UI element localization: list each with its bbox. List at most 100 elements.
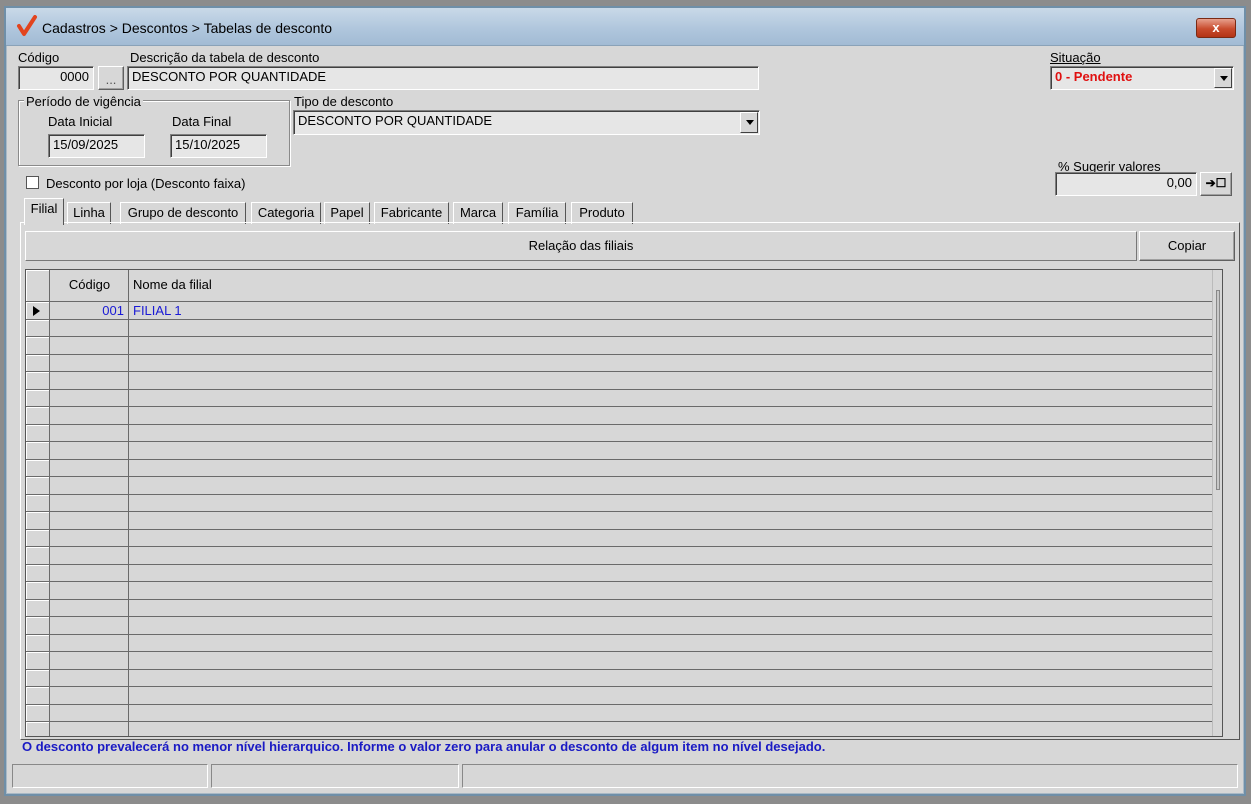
- row-indicator[interactable]: [26, 459, 50, 476]
- cell-code[interactable]: [51, 687, 129, 704]
- data-final-field[interactable]: 15/10/2025: [170, 134, 267, 158]
- row-indicator[interactable]: [26, 652, 50, 669]
- cell-name[interactable]: [130, 390, 1214, 407]
- copy-button[interactable]: Copiar: [1139, 231, 1235, 261]
- row-indicator[interactable]: [26, 354, 50, 371]
- cell-name[interactable]: [130, 705, 1214, 722]
- cell-code[interactable]: [51, 477, 129, 494]
- row-indicator[interactable]: [26, 494, 50, 511]
- cell-name[interactable]: [130, 495, 1214, 512]
- cell-code[interactable]: [51, 407, 129, 424]
- tab-marca[interactable]: Marca: [453, 202, 503, 224]
- cell-name[interactable]: FILIAL 1: [130, 302, 1214, 319]
- codigo-field[interactable]: 0000: [18, 66, 94, 90]
- cell-name[interactable]: [130, 687, 1214, 704]
- chevron-down-icon[interactable]: [740, 112, 758, 133]
- tipo-select[interactable]: DESCONTO POR QUANTIDADE: [293, 110, 760, 135]
- cell-code[interactable]: [51, 634, 129, 651]
- cell-name[interactable]: [130, 635, 1214, 652]
- codigo-lookup-button[interactable]: ...: [98, 66, 124, 90]
- cell-name[interactable]: [130, 442, 1214, 459]
- tab-familia[interactable]: Família: [508, 202, 566, 224]
- tab-produto[interactable]: Produto: [571, 202, 633, 224]
- table-row[interactable]: [26, 599, 1214, 617]
- row-indicator[interactable]: [26, 669, 50, 686]
- row-indicator[interactable]: [26, 424, 50, 441]
- cell-name[interactable]: [130, 617, 1214, 634]
- cell-code[interactable]: [51, 722, 129, 736]
- table-row[interactable]: [26, 512, 1214, 530]
- row-indicator[interactable]: [26, 407, 50, 424]
- cell-code[interactable]: [51, 704, 129, 721]
- table-row[interactable]: [26, 582, 1214, 600]
- table-row[interactable]: [26, 634, 1214, 652]
- cell-name[interactable]: [130, 407, 1214, 424]
- cell-code[interactable]: [51, 529, 129, 546]
- table-row[interactable]: [26, 652, 1214, 670]
- apply-suggestion-button[interactable]: ➔☐: [1200, 172, 1232, 196]
- sugerir-field[interactable]: 0,00: [1055, 172, 1197, 196]
- cell-name[interactable]: [130, 460, 1214, 477]
- table-row[interactable]: 001 FILIAL 1: [26, 302, 1214, 320]
- row-indicator[interactable]: [26, 599, 50, 616]
- desconto-loja-checkbox[interactable]: [26, 176, 39, 189]
- cell-code[interactable]: [51, 512, 129, 529]
- tab-grupo-de-desconto[interactable]: Grupo de desconto: [120, 202, 246, 224]
- cell-code[interactable]: [51, 494, 129, 511]
- row-indicator[interactable]: [26, 547, 50, 564]
- cell-name[interactable]: [130, 565, 1214, 582]
- cell-name[interactable]: [130, 425, 1214, 442]
- table-row[interactable]: [26, 424, 1214, 442]
- cell-code[interactable]: [51, 337, 129, 354]
- row-indicator[interactable]: [26, 389, 50, 406]
- row-indicator[interactable]: [26, 302, 50, 319]
- cell-code[interactable]: [51, 669, 129, 686]
- row-indicator[interactable]: [26, 319, 50, 336]
- row-indicator[interactable]: [26, 529, 50, 546]
- row-indicator[interactable]: [26, 722, 50, 736]
- cell-name[interactable]: [130, 320, 1214, 337]
- situacao-select[interactable]: 0 - Pendente: [1050, 66, 1234, 90]
- cell-code[interactable]: 001: [51, 302, 129, 319]
- tab-fabricante[interactable]: Fabricante: [374, 202, 449, 224]
- table-row[interactable]: [26, 319, 1214, 337]
- table-row[interactable]: [26, 459, 1214, 477]
- cell-name[interactable]: [130, 582, 1214, 599]
- tab-filial[interactable]: Filial: [24, 198, 64, 225]
- cell-code[interactable]: [51, 424, 129, 441]
- cell-name[interactable]: [130, 530, 1214, 547]
- table-row[interactable]: [26, 442, 1214, 460]
- tab-categoria[interactable]: Categoria: [251, 202, 321, 224]
- table-row[interactable]: [26, 617, 1214, 635]
- cell-name[interactable]: [130, 477, 1214, 494]
- cell-code[interactable]: [51, 599, 129, 616]
- row-indicator[interactable]: [26, 372, 50, 389]
- row-indicator[interactable]: [26, 617, 50, 634]
- row-indicator[interactable]: [26, 687, 50, 704]
- filiais-grid[interactable]: Código Nome da filial 001 FILIAL 1: [25, 269, 1223, 737]
- cell-name[interactable]: [130, 512, 1214, 529]
- table-row[interactable]: [26, 354, 1214, 372]
- cell-code[interactable]: [51, 617, 129, 634]
- table-row[interactable]: [26, 407, 1214, 425]
- tab-papel[interactable]: Papel: [324, 202, 370, 224]
- cell-name[interactable]: [130, 355, 1214, 372]
- cell-code[interactable]: [51, 319, 129, 336]
- table-row[interactable]: [26, 547, 1214, 565]
- cell-name[interactable]: [130, 372, 1214, 389]
- cell-code[interactable]: [51, 547, 129, 564]
- tab-linha[interactable]: Linha: [67, 202, 111, 224]
- row-indicator[interactable]: [26, 442, 50, 459]
- cell-code[interactable]: [51, 564, 129, 581]
- table-row[interactable]: [26, 389, 1214, 407]
- table-row[interactable]: [26, 722, 1214, 736]
- grid-vertical-scrollbar[interactable]: [1212, 270, 1222, 736]
- table-row[interactable]: [26, 669, 1214, 687]
- cell-code[interactable]: [51, 372, 129, 389]
- table-row[interactable]: [26, 687, 1214, 705]
- cell-code[interactable]: [51, 582, 129, 599]
- table-row[interactable]: [26, 372, 1214, 390]
- cell-code[interactable]: [51, 354, 129, 371]
- row-indicator[interactable]: [26, 582, 50, 599]
- cell-name[interactable]: [130, 600, 1214, 617]
